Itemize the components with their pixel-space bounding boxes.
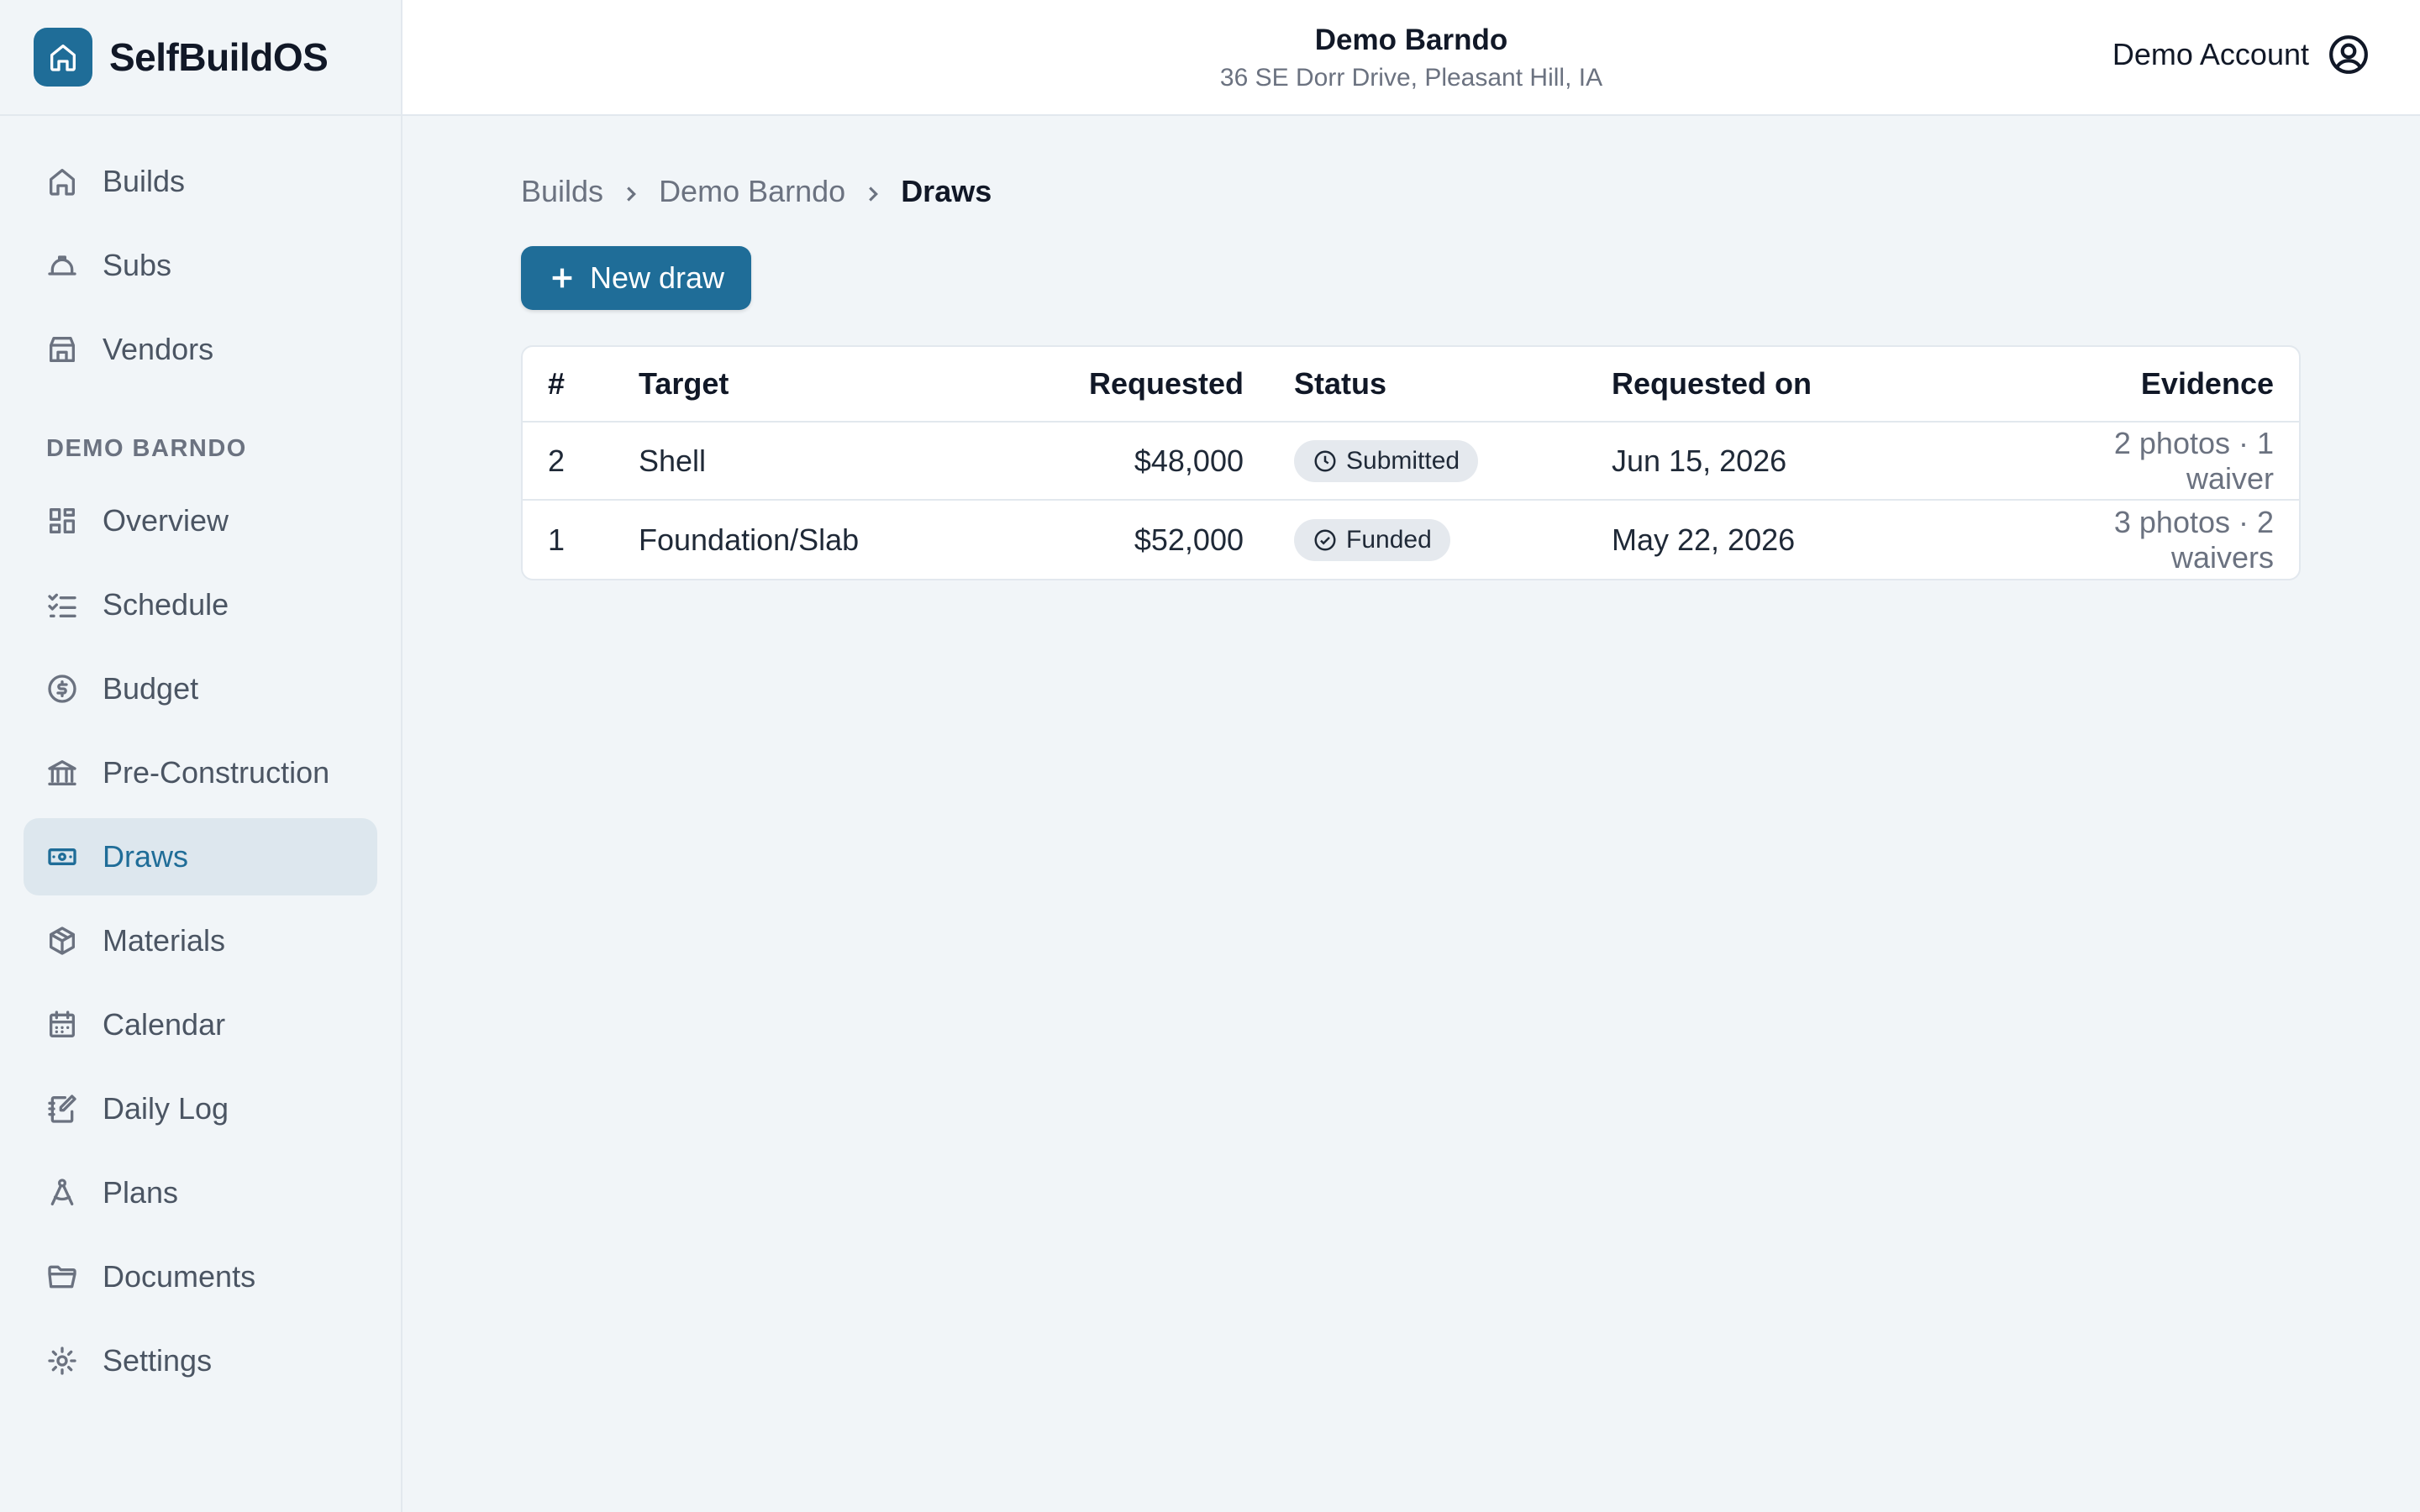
sidebar-item-overview[interactable]: Overview [24,482,377,559]
sidebar-item-label: Overview [103,503,229,538]
sidebar-item-label: Draws [103,839,189,874]
sidebar-item-label: Subs [103,248,172,282]
banknote-icon [45,840,79,874]
sidebar-item-vendors[interactable]: Vendors [24,311,377,388]
home-logo-icon [34,28,92,87]
sidebar-item-pre-construction[interactable]: Pre-Construction [24,734,377,811]
status-badge: Funded [1294,518,1450,561]
sidebar-item-label: Documents [103,1259,256,1294]
status-label: Submitted [1346,446,1460,475]
plus-icon [552,268,572,288]
notebook-pen-icon [45,1092,79,1126]
draw-evidence: 3 photos · 2 waivers [2113,504,2274,575]
breadcrumb-builds[interactable]: Builds [521,174,603,209]
compass-icon [45,1176,79,1210]
gear-icon [45,1344,79,1378]
bank-icon [45,756,79,790]
section-label: DEMO BARNDO [46,435,247,462]
dashboard-icon [45,504,79,538]
brand-name: SelfBuildOS [109,35,329,79]
sidebar-item-builds[interactable]: Builds [24,143,377,220]
new-draw-button[interactable]: New draw [521,246,751,310]
home-icon [45,165,79,198]
draw-number: 1 [548,522,566,557]
column-header-evidence: Evidence [2140,366,2274,401]
column-header-number: # [548,366,566,401]
check-circle-icon [1314,529,1336,550]
account-name: Demo Account [2112,37,2309,71]
sidebar-item-schedule[interactable]: Schedule [24,566,377,643]
breadcrumb: Builds Demo Barndo Draws [521,171,2302,213]
draw-status: Funded [1244,518,1612,561]
sidebar-item-subs[interactable]: Subs [24,227,377,304]
sidebar-item-label: Pre-Construction [103,755,330,790]
column-header-target: Target [639,366,729,401]
package-icon [45,924,79,958]
sidebar-item-draws[interactable]: Draws [24,818,377,895]
draw-target: Foundation/Slab [639,522,860,557]
table-row[interactable]: 2 Shell $48,000 Submitted Jun 15, 2026 2… [523,423,2299,501]
draw-requested: $48,000 [1134,443,1244,478]
sidebar-item-settings[interactable]: Settings [24,1322,377,1399]
sidebar-item-label: Plans [103,1175,179,1210]
new-draw-label: New draw [589,260,725,295]
draw-target: Shell [639,443,707,478]
table-row[interactable]: 1 Foundation/Slab $52,000 Funded May 22,… [523,501,2299,579]
draw-evidence: 2 photos · 1 waiver [2113,425,2274,496]
sidebar-item-label: Vendors [103,332,214,366]
chevron-right-icon [860,179,886,204]
draws-table: # Target Requested Status Requested on E… [521,345,2301,580]
sidebar-nav: Builds Subs Vendors [0,143,401,388]
project-nav: Overview Schedule Budget Pre-Constructio… [0,482,401,1399]
table-header-row: # Target Requested Status Requested on E… [523,347,2299,423]
breadcrumb-current: Draws [901,174,992,208]
sidebar-item-label: Builds [103,164,186,198]
draw-date: May 22, 2026 [1612,522,1796,557]
sidebar-item-label: Daily Log [103,1091,229,1126]
sidebar-item-label: Materials [103,923,226,958]
sidebar-item-materials[interactable]: Materials [24,902,377,979]
hard-hat-icon [45,249,79,282]
clock-icon [1314,450,1336,471]
sidebar-item-label: Budget [103,671,199,706]
sidebar-item-label: Schedule [103,587,229,622]
sidebar-item-documents[interactable]: Documents [24,1238,377,1315]
sidebar: SelfBuildOS Builds Subs Vendors DEMO BAR… [0,0,402,1512]
column-header-status: Status [1294,366,1387,401]
sidebar-item-budget[interactable]: Budget [24,650,377,727]
draw-number: 2 [548,443,566,478]
calendar-icon [45,1008,79,1042]
status-badge: Submitted [1294,439,1479,482]
sidebar-item-plans[interactable]: Plans [24,1154,377,1231]
brand[interactable]: SelfBuildOS [0,0,401,116]
status-label: Funded [1346,525,1432,554]
sidebar-item-calendar[interactable]: Calendar [24,986,377,1063]
user-circle-icon [2329,35,2368,74]
draw-status: Submitted [1244,439,1612,482]
sidebar-item-daily-log[interactable]: Daily Log [24,1070,377,1147]
column-header-requested-on: Requested on [1612,366,1812,401]
column-header-requested: Requested [1088,366,1244,401]
sidebar-item-label: Calendar [103,1007,226,1042]
draw-date: Jun 15, 2026 [1612,443,1787,478]
folder-icon [45,1260,79,1294]
account-menu[interactable]: Demo Account [2112,34,2370,76]
top-header: Demo Barndo 36 SE Dorr Drive, Pleasant H… [402,0,2420,116]
draw-requested: $52,000 [1134,522,1244,557]
main-content: Builds Demo Barndo Draws New draw # Targ… [521,116,2302,580]
checklist-icon [45,588,79,622]
chevron-right-icon [618,179,644,204]
dollar-circle-icon [45,672,79,706]
store-icon [45,333,79,366]
sidebar-item-label: Settings [103,1343,213,1378]
breadcrumb-project[interactable]: Demo Barndo [659,174,845,209]
